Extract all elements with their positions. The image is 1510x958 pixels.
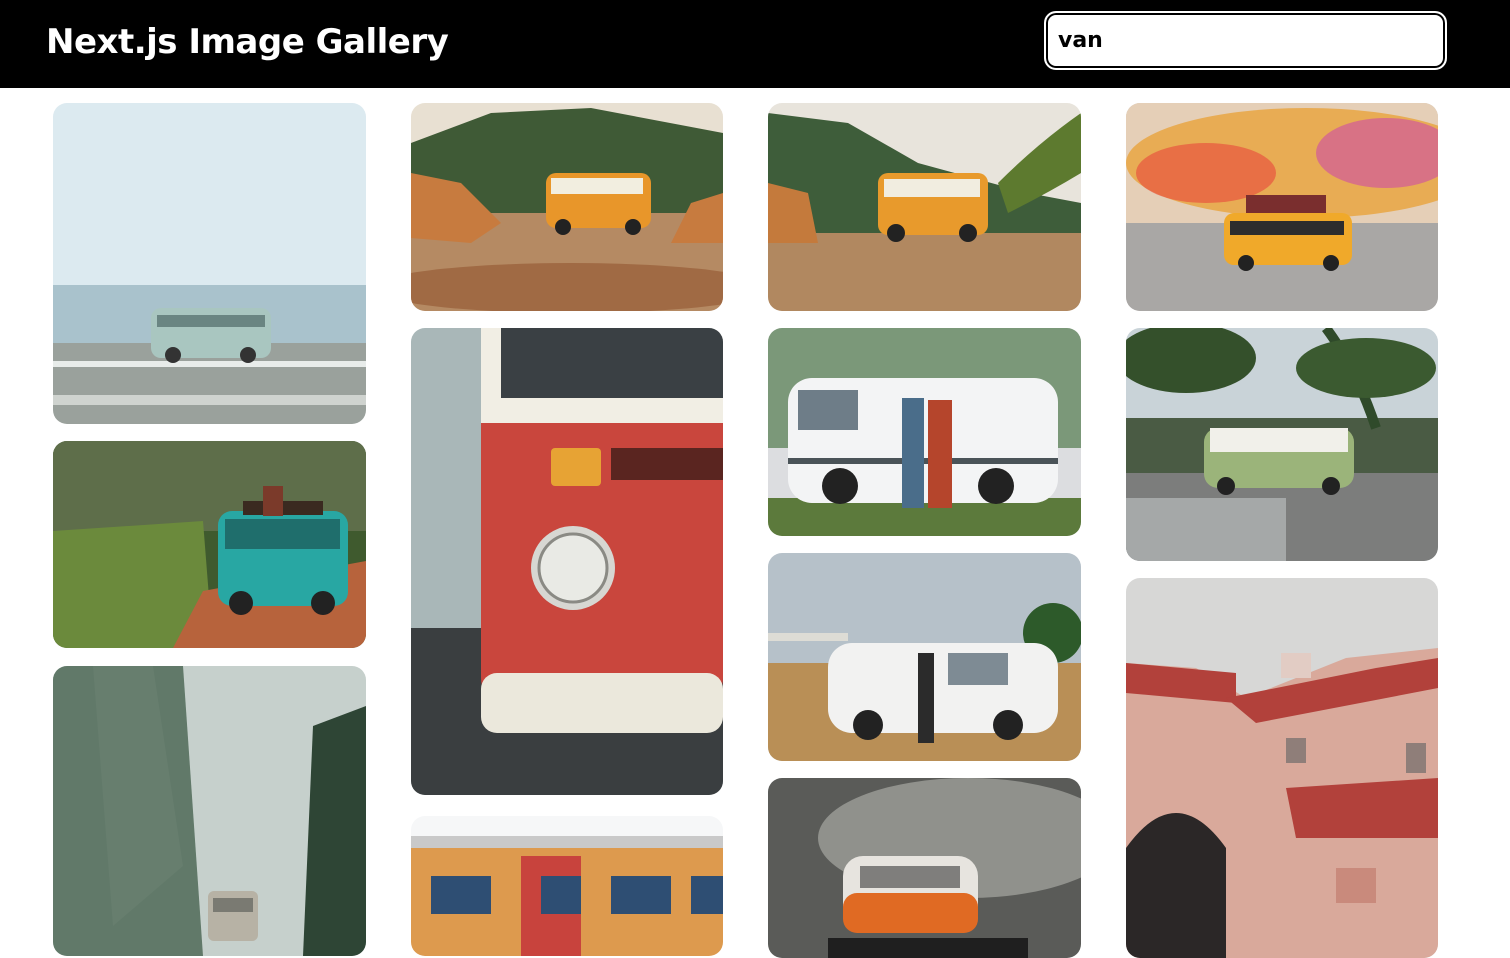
gallery-image-seaside-van[interactable]	[53, 103, 366, 424]
gallery-image-couple-white-van[interactable]	[768, 328, 1081, 536]
gallery-image-red-van-headlight[interactable]	[411, 328, 723, 795]
gallery-image-pink-building[interactable]	[1126, 578, 1438, 958]
gallery-title[interactable]: Next.js Image Gallery	[46, 20, 449, 64]
gallery-image-toy-taxi-van[interactable]	[1126, 103, 1438, 311]
gallery-image-teal-van[interactable]	[53, 441, 366, 648]
navbar: Next.js Image Gallery	[0, 0, 1510, 88]
gallery-image-orange-van-plant[interactable]	[768, 103, 1081, 311]
gallery-image-red-yellow-building[interactable]	[411, 816, 723, 956]
gallery-image-orange-van-rocks[interactable]	[411, 103, 723, 311]
gallery-image-man-white-van-field[interactable]	[768, 553, 1081, 761]
gallery-image-green-van-palms[interactable]	[1126, 328, 1438, 561]
search-input[interactable]	[1044, 11, 1447, 70]
gallery-image-toy-orange-van[interactable]	[768, 778, 1081, 958]
gallery-image-foggy-road[interactable]	[53, 666, 366, 956]
